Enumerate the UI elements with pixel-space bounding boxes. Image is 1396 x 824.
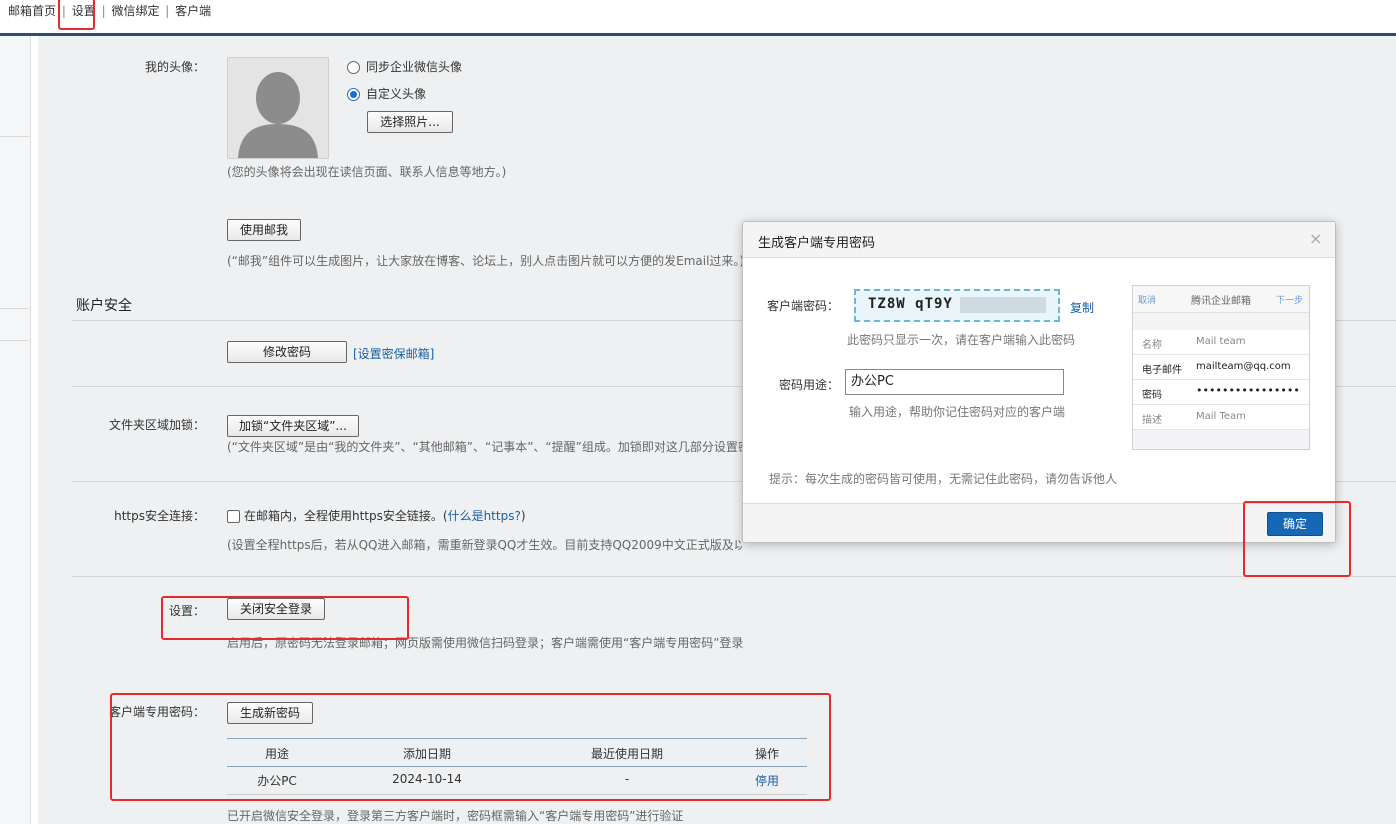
- preview-value: mailteam@qq.com: [1196, 361, 1291, 372]
- annotation-client-password: [110, 693, 831, 801]
- sidebar-divider: [0, 136, 29, 137]
- preview-key: 电子邮件: [1142, 365, 1182, 376]
- generated-password-value: TZ8W qT9Y: [868, 296, 953, 312]
- https-checkbox-label: 在邮箱内，全程使用https安全链接。(: [244, 509, 448, 523]
- dialog-title: 生成客户端专用密码: [758, 236, 876, 251]
- nav-wechat-bind[interactable]: 微信绑定: [111, 4, 159, 18]
- left-sidebar: [0, 36, 31, 824]
- preview-header: 取消 腾讯企业邮箱 下一步: [1133, 286, 1309, 313]
- person-silhouette-icon: [228, 58, 328, 158]
- https-label: https安全连接：: [114, 509, 205, 523]
- nav-separator: |: [101, 4, 106, 18]
- radio-sync-avatar-label: 同步企业微信头像: [366, 60, 463, 74]
- usage-hint: 输入用途，帮助你记住密码对应的客户端: [849, 405, 1066, 419]
- lock-folder-button[interactable]: 加锁“文件夹区域”...: [227, 415, 359, 437]
- what-is-https-link[interactable]: 什么是https?: [448, 509, 521, 523]
- dialog-tip: 提示：每次生成的密码皆可使用，无需记住此密码，请勿告诉他人: [769, 472, 1118, 486]
- password-redaction: [960, 297, 1046, 313]
- account-security-title: 账户安全: [76, 298, 132, 314]
- preview-row-password: 密码 ••••••••••••••••: [1133, 380, 1309, 405]
- preview-cancel: 取消: [1138, 296, 1157, 306]
- mailme-hint: (“邮我”组件可以生成图片，让大家放在博客、论坛上，别人点击图片就可以方便的发E…: [227, 254, 745, 268]
- preview-row-description: 描述 Mail Team: [1133, 405, 1309, 430]
- radio-sync-avatar[interactable]: [347, 61, 360, 74]
- radio-custom-avatar[interactable]: [347, 88, 360, 101]
- usage-field-label: 密码用途：: [779, 378, 840, 392]
- section-divider: [72, 576, 1396, 577]
- client-setup-preview: 取消 腾讯企业邮箱 下一步 名称 Mail team 电子邮件 mailteam…: [1132, 285, 1310, 450]
- sidebar-divider: [0, 340, 29, 341]
- client-password-hint: 已开启微信安全登录，登录第三方客户端时，密码框需输入“客户端专用密码”进行验证: [227, 809, 684, 823]
- dialog-header: 生成客户端专用密码 ×: [743, 222, 1335, 258]
- choose-photo-button[interactable]: 选择照片...: [367, 111, 453, 133]
- sidebar-divider: [0, 308, 29, 309]
- preview-row-name: 名称 Mail team: [1133, 330, 1309, 355]
- radio-custom-avatar-label: 自定义头像: [366, 87, 427, 101]
- close-icon[interactable]: ×: [1309, 229, 1322, 248]
- client-password-field-label: 客户端密码：: [767, 299, 840, 313]
- preview-title: 腾讯企业邮箱: [1191, 296, 1251, 307]
- annotation-secure-login: [161, 596, 409, 640]
- avatar-label: 我的头像：: [144, 60, 205, 74]
- https-hint: (设置全程https后，若从QQ进入邮箱，需重新登录QQ才生效。目前支持QQ20…: [227, 538, 742, 552]
- https-close-paren: ): [520, 509, 526, 523]
- change-password-button[interactable]: 修改密码: [227, 341, 347, 363]
- copy-password-link[interactable]: 复制: [1070, 299, 1094, 316]
- nav-mail-home[interactable]: 邮箱首页: [8, 4, 56, 18]
- nav-client[interactable]: 客户端: [175, 4, 211, 18]
- nav-separator: |: [165, 4, 170, 18]
- generated-password-box: TZ8W qT9Y: [854, 289, 1060, 322]
- preview-row-email: 电子邮件 mailteam@qq.com: [1133, 355, 1309, 380]
- folder-lock-hint: (“文件夹区域”是由“我的文件夹”、“其他邮箱”、“记事本”、“提醒”组成。加锁…: [227, 440, 747, 454]
- set-secure-email-link[interactable]: [设置密保邮箱]: [353, 345, 434, 362]
- use-mailme-button[interactable]: 使用邮我: [227, 219, 301, 241]
- preview-key: 描述: [1142, 415, 1162, 426]
- preview-key: 名称: [1142, 340, 1162, 351]
- folder-lock-label: 文件夹区域加锁：: [108, 418, 205, 432]
- avatar-hint: (您的头像将会出现在读信页面、联系人信息等地方。): [227, 165, 507, 179]
- annotation-settings-tab: [58, 0, 95, 30]
- usage-input[interactable]: 办公PC: [845, 369, 1064, 395]
- https-checkbox-text: 在邮箱内，全程使用https安全链接。(什么是https?): [244, 507, 526, 524]
- preview-key: 密码: [1142, 390, 1162, 401]
- top-nav-links: 邮箱首页 | 设置 | 微信绑定 | 客户端: [8, 2, 211, 19]
- avatar-placeholder: [227, 57, 329, 159]
- preview-value: Mail team: [1196, 336, 1246, 347]
- https-checkbox[interactable]: [227, 510, 240, 523]
- annotation-confirm-button: [1243, 501, 1351, 577]
- top-nav: 邮箱首页 | 设置 | 微信绑定 | 客户端: [0, 0, 1396, 32]
- preview-value: Mail Team: [1196, 411, 1246, 422]
- preview-value: ••••••••••••••••: [1196, 384, 1300, 397]
- preview-next: 下一步: [1276, 296, 1304, 306]
- password-once-hint: 此密码只显示一次，请在客户端输入此密码: [847, 333, 1076, 347]
